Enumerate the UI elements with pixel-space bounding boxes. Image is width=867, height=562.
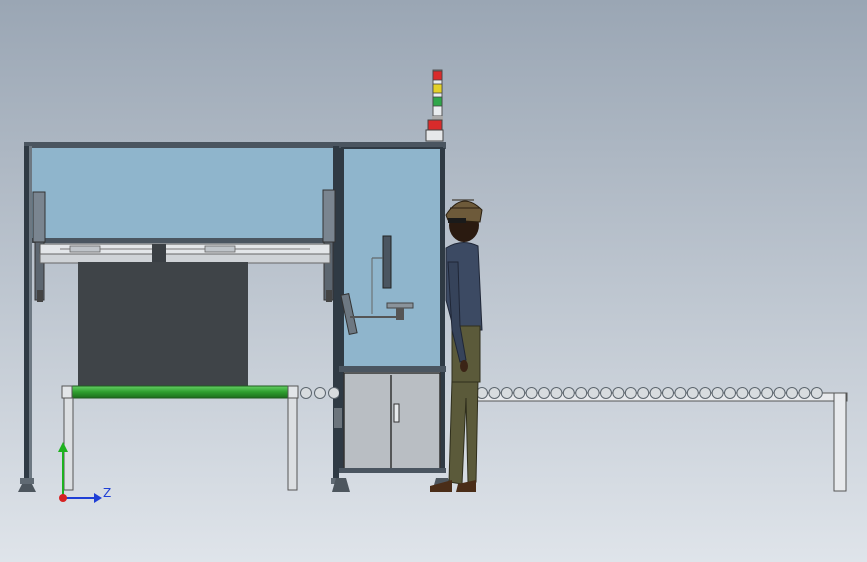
conveyor-roller (550, 387, 563, 399)
conveyor-roller (575, 387, 588, 399)
conveyor-roller (736, 387, 749, 399)
dark-backing-panel (78, 262, 248, 388)
conveyor-roller (587, 387, 600, 399)
conveyor-roller (500, 387, 513, 399)
conveyor-roller (711, 387, 724, 399)
conveyor-roller (810, 387, 823, 399)
conveyor-roller (748, 387, 761, 399)
conveyor-roller (525, 387, 538, 399)
conveyor-roller (773, 387, 786, 399)
conveyor-roller (538, 387, 550, 399)
conveyor-roller (600, 387, 612, 399)
axis-z-label: Z (103, 486, 112, 500)
conveyor-roller (314, 387, 326, 399)
conveyor-roller (699, 387, 712, 399)
conveyor-roller (300, 387, 312, 399)
left-glass-enclosure (26, 145, 342, 243)
conveyor-roller (562, 387, 575, 399)
conveyor-roller (624, 387, 637, 399)
cad-viewport[interactable]: Z (0, 0, 867, 562)
conveyor-roller (761, 387, 774, 399)
conveyor-roller (786, 387, 798, 399)
tower-light-segment (432, 70, 443, 81)
cabinet-handle (393, 403, 400, 423)
conveyor-roller (488, 387, 501, 399)
conveyor-roller (612, 387, 625, 399)
conveyor-roller (637, 387, 650, 399)
conveyor-roller (662, 387, 674, 399)
conveyor-roller (798, 387, 811, 399)
conveyor-roller (724, 387, 736, 399)
green-conveyor-belt (61, 385, 299, 399)
conveyor-roller (513, 387, 526, 399)
tower-light-segment (432, 96, 443, 107)
conveyor-roller (328, 387, 340, 399)
lower-cabinet (343, 372, 441, 470)
machine-side-view (0, 0, 867, 562)
conveyor-roller (674, 387, 687, 399)
conveyor-roller (686, 387, 699, 399)
hmi-monitor (382, 235, 392, 289)
tower-light-segment (432, 83, 443, 94)
tower-glass (341, 147, 443, 369)
conveyor-roller (649, 387, 662, 399)
